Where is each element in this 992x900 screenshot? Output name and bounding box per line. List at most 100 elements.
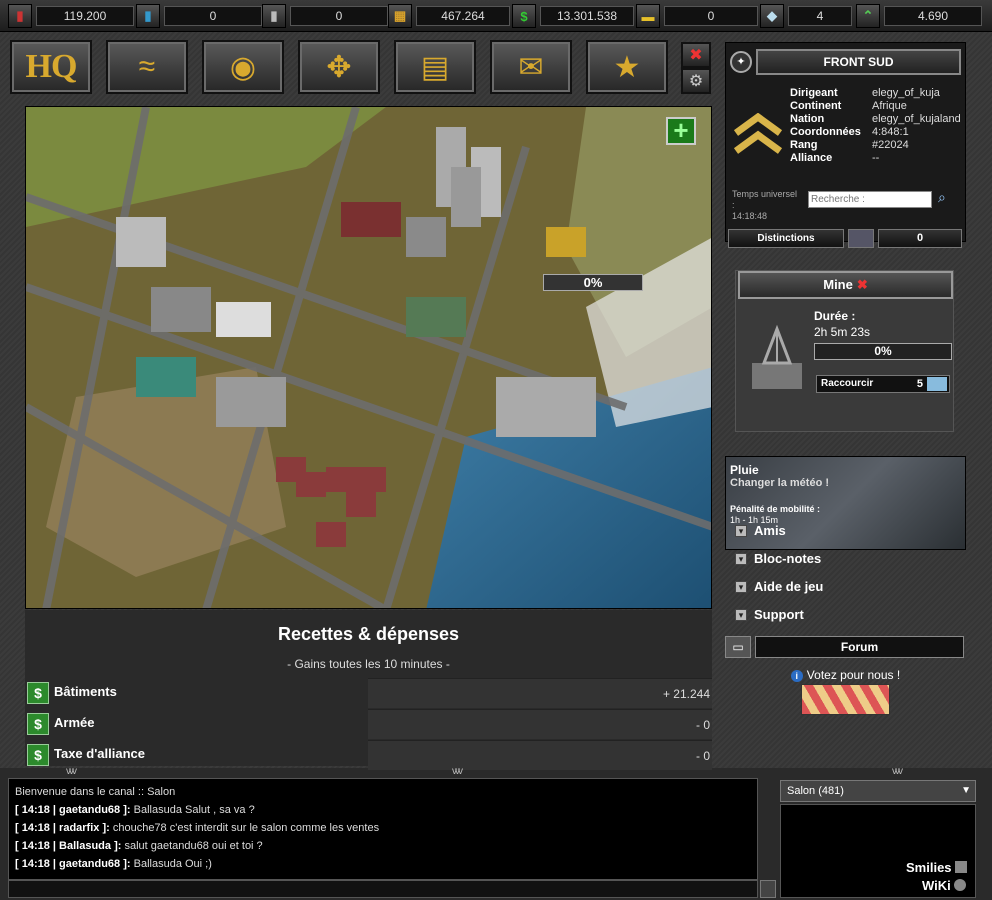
front-title[interactable]: FRONT SUD [756, 49, 961, 75]
income-panel: Recettes & dépenses - Gains toutes les 1… [25, 610, 712, 770]
resource-item: ▮ 119.200 [8, 4, 136, 28]
distinctions-button[interactable]: Distinctions [728, 229, 844, 248]
chat-message: [ 14:18 | radarfix ]: chouche78 c'est in… [15, 819, 751, 837]
chat-meta: [ 14:18 | radarfix ]: [15, 822, 110, 834]
resource-item: ⌃ 4.690 [856, 4, 984, 28]
chat-message: [ 14:18 | gaetandu68 ]: Ballasuda Oui ;) [15, 855, 751, 873]
info-value: Afrique [872, 100, 907, 112]
menu-item-aide[interactable]: ▾ Aide de jeu [725, 574, 966, 600]
menu-item-amis[interactable]: ▾ Amis [725, 518, 966, 544]
diamond-icon [927, 377, 947, 391]
smilies-icon [955, 861, 968, 873]
compass-icon[interactable]: ✦ [730, 51, 752, 73]
chat-scrollbar[interactable] [760, 880, 776, 898]
change-weather-link[interactable]: Changer la météo ! [730, 477, 829, 489]
menu-item-label: Support [754, 607, 804, 622]
channel-select[interactable]: Salon (481) ▼ [780, 780, 976, 802]
dollar-icon: $ [27, 744, 49, 766]
shorten-label: Raccourcir [821, 378, 874, 389]
menu-item-bloc-notes[interactable]: ▾ Bloc-notes [725, 546, 966, 572]
income-title: Recettes & dépenses [277, 624, 460, 644]
wiki-button[interactable]: WiKi [922, 878, 967, 893]
income-subtitle: - Gains toutes les 10 minutes - [287, 657, 450, 671]
star-button[interactable]: ★ [586, 40, 668, 94]
resource-item: ▮ 0 [262, 4, 390, 28]
universal-time: Temps universel : 14:18:48 [732, 189, 802, 222]
universal-time-value: 14:18:48 [732, 211, 768, 221]
info-icon: i [790, 670, 803, 682]
wiki-label: WiKi [922, 878, 951, 893]
resource-item: ◆ 4 [760, 4, 854, 28]
medal-icon [848, 229, 874, 248]
menu-item-label: Amis [754, 523, 786, 538]
chat-text: Ballasuda Oui ;) [133, 858, 212, 870]
menu-item-support[interactable]: ▾ Support [725, 602, 966, 628]
expand-chevron-icon[interactable]: vvv [66, 766, 77, 777]
expand-chevron-icon[interactable]: vvv [892, 766, 903, 777]
logout-button[interactable]: ✖ [681, 42, 711, 68]
info-key: Dirigeant [790, 87, 838, 99]
star-icon: ★ [613, 50, 641, 84]
expand-chevron-icon[interactable]: vvv [452, 766, 463, 777]
income-row-value: + 21.244 [368, 678, 712, 708]
chat-meta: [ 14:18 | Ballasuda ]: [15, 840, 122, 852]
base-map[interactable]: + 0% [25, 106, 712, 609]
hq-button[interactable]: HQ [10, 40, 92, 94]
fuel-barrel-icon: ▮ [136, 4, 160, 28]
globe-button[interactable]: ◉ [202, 40, 284, 94]
income-row-label: Bâtiments [54, 684, 117, 699]
chat-log: Bienvenue dans le canal :: Salon [ 14:18… [8, 778, 758, 880]
add-building-button[interactable]: + [666, 117, 696, 145]
info-key: Coordonnées [790, 126, 861, 138]
resource-value: 13.301.538 [540, 6, 634, 26]
expand-icon: ▾ [735, 609, 747, 621]
info-value: elegy_of_kuja [872, 87, 940, 99]
channel-name: Salon (481) [787, 785, 844, 797]
resource-item: ▮ 0 [136, 4, 264, 28]
resource-value: 467.264 [416, 6, 510, 26]
shorten-button[interactable]: Raccourcir 5 [816, 375, 950, 393]
chat-text: Ballasuda Salut , sa va ? [133, 804, 255, 816]
chat-text: chouche78 c'est interdit sur le salon co… [112, 822, 380, 834]
construction-title: Mine ✖ [738, 271, 953, 299]
diamond-icon: ◆ [760, 4, 784, 28]
expand-icon: ▾ [735, 581, 747, 593]
resource-value: 4 [788, 6, 852, 26]
settings-button[interactable]: ⚙ [681, 68, 711, 94]
info-value: -- [872, 152, 880, 164]
alliance-button[interactable]: ✥ [298, 40, 380, 94]
map-button[interactable]: ≈ [106, 40, 188, 94]
reports-button[interactable]: ▤ [394, 40, 476, 94]
main-frame: HQ ≈ ◉ ✥ ▤ ✉ ★ ✖ ⚙ + 0% Recettes & dépen… [0, 32, 992, 777]
chat-meta: [ 14:18 | gaetandu68 ]: [15, 858, 131, 870]
oil-barrel-icon: ▮ [8, 4, 32, 28]
rank-up-icon: ⌃ [856, 4, 880, 28]
search-icon[interactable]: ⌕ [938, 189, 946, 206]
resource-value: 119.200 [36, 6, 134, 26]
smilies-button[interactable]: Smilies [906, 860, 968, 875]
menu-item-label: Aide de jeu [754, 579, 824, 594]
forum-bar[interactable]: ▭ Forum [725, 636, 966, 658]
chat-input[interactable] [8, 880, 758, 898]
resource-item: ▬ 0 [636, 4, 760, 28]
cancel-construction-icon[interactable]: ✖ [857, 277, 868, 292]
dollar-icon: $ [27, 682, 49, 704]
gear-icon: ⚙ [688, 73, 704, 90]
weather-name: Pluie [730, 463, 759, 477]
distinctions-count: 0 [878, 229, 962, 248]
shorten-cost: 5 [916, 378, 923, 390]
income-row: $ Armée - 0 [25, 709, 712, 739]
mail-button[interactable]: ✉ [490, 40, 572, 94]
close-icon: ✖ [689, 47, 703, 64]
resource-value: 0 [664, 6, 758, 26]
search-input[interactable] [808, 191, 932, 208]
map-terrain [26, 107, 711, 608]
map-progress-bar: 0% [543, 274, 643, 291]
help-icon [954, 879, 967, 891]
income-row: $ Bâtiments + 21.244 [25, 678, 712, 708]
construction-panel: Mine ✖ Durée : 2h 5m 23s 0% Raccourcir 5 [735, 270, 954, 432]
mail-icon: ✉ [518, 50, 544, 84]
vote-banner[interactable] [801, 684, 890, 715]
resource-value: 4.690 [884, 6, 982, 26]
supply-crates-icon: ▦ [388, 4, 412, 28]
